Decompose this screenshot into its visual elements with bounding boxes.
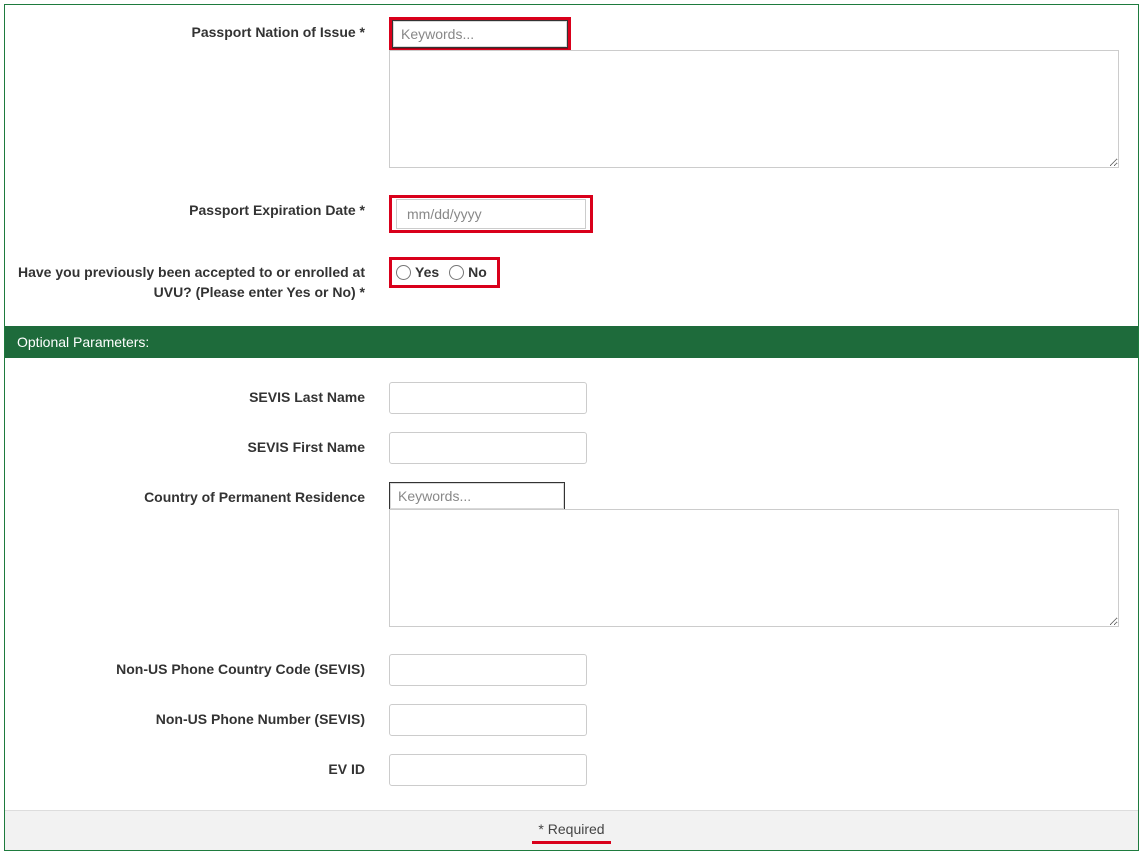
label-passport-expiration: Passport Expiration Date * <box>13 195 389 221</box>
non-us-phone-number-input[interactable] <box>389 704 587 736</box>
label-sevis-last-name: SEVIS Last Name <box>13 382 389 408</box>
input-col-non-us-phone-code <box>389 654 1130 686</box>
radio-item-no: No <box>449 264 487 280</box>
row-non-us-phone-number: Non-US Phone Number (SEVIS) <box>13 704 1130 736</box>
footer-bar: * Required <box>5 810 1138 850</box>
row-previously-accepted: Have you previously been accepted to or … <box>13 257 1130 302</box>
input-col-non-us-phone-number <box>389 704 1130 736</box>
input-col-passport-nation <box>389 17 1130 171</box>
passport-nation-keywords-input[interactable] <box>392 20 568 48</box>
label-non-us-phone-code: Non-US Phone Country Code (SEVIS) <box>13 654 389 680</box>
sevis-last-name-input[interactable] <box>389 382 587 414</box>
highlight-passport-expiration <box>389 195 593 233</box>
radio-label-no[interactable]: No <box>468 264 487 280</box>
ev-id-input[interactable] <box>389 754 587 786</box>
passport-nation-textarea[interactable] <box>389 50 1119 168</box>
label-non-us-phone-number: Non-US Phone Number (SEVIS) <box>13 704 389 730</box>
radio-label-yes[interactable]: Yes <box>415 264 439 280</box>
input-col-ev-id <box>389 754 1130 786</box>
row-passport-nation: Passport Nation of Issue * <box>13 17 1130 171</box>
label-country-residence: Country of Permanent Residence <box>13 482 389 508</box>
passport-expiration-input[interactable] <box>396 199 586 229</box>
row-passport-expiration: Passport Expiration Date * <box>13 195 1130 233</box>
label-passport-nation: Passport Nation of Issue * <box>13 17 389 43</box>
row-sevis-first-name: SEVIS First Name <box>13 432 1130 464</box>
radio-no[interactable] <box>449 265 464 280</box>
form-container: Passport Nation of Issue * Passport Expi… <box>4 4 1139 851</box>
country-residence-textarea[interactable] <box>389 509 1119 627</box>
label-previously-accepted: Have you previously been accepted to or … <box>13 257 389 302</box>
label-ev-id: EV ID <box>13 754 389 780</box>
input-col-passport-expiration <box>389 195 1130 233</box>
sevis-first-name-input[interactable] <box>389 432 587 464</box>
row-ev-id: EV ID <box>13 754 1130 786</box>
section-header-optional: Optional Parameters: <box>5 326 1138 358</box>
non-us-phone-code-input[interactable] <box>389 654 587 686</box>
radio-yes[interactable] <box>396 265 411 280</box>
label-sevis-first-name: SEVIS First Name <box>13 432 389 458</box>
country-residence-keywords-input[interactable] <box>389 482 565 510</box>
row-non-us-phone-code: Non-US Phone Country Code (SEVIS) <box>13 654 1130 686</box>
highlight-passport-nation <box>389 17 571 51</box>
required-indicator: * Required <box>532 821 610 844</box>
input-col-sevis-last-name <box>389 382 1130 414</box>
input-col-country-residence <box>389 482 1130 630</box>
radio-item-yes: Yes <box>396 264 439 280</box>
row-country-residence: Country of Permanent Residence <box>13 482 1130 630</box>
form-body: Passport Nation of Issue * Passport Expi… <box>5 5 1138 810</box>
highlight-previously-accepted: Yes No <box>389 257 500 288</box>
input-col-sevis-first-name <box>389 432 1130 464</box>
row-sevis-last-name: SEVIS Last Name <box>13 382 1130 414</box>
input-col-previously-accepted: Yes No <box>389 257 1130 288</box>
radio-group-previously-accepted: Yes No <box>394 262 493 282</box>
